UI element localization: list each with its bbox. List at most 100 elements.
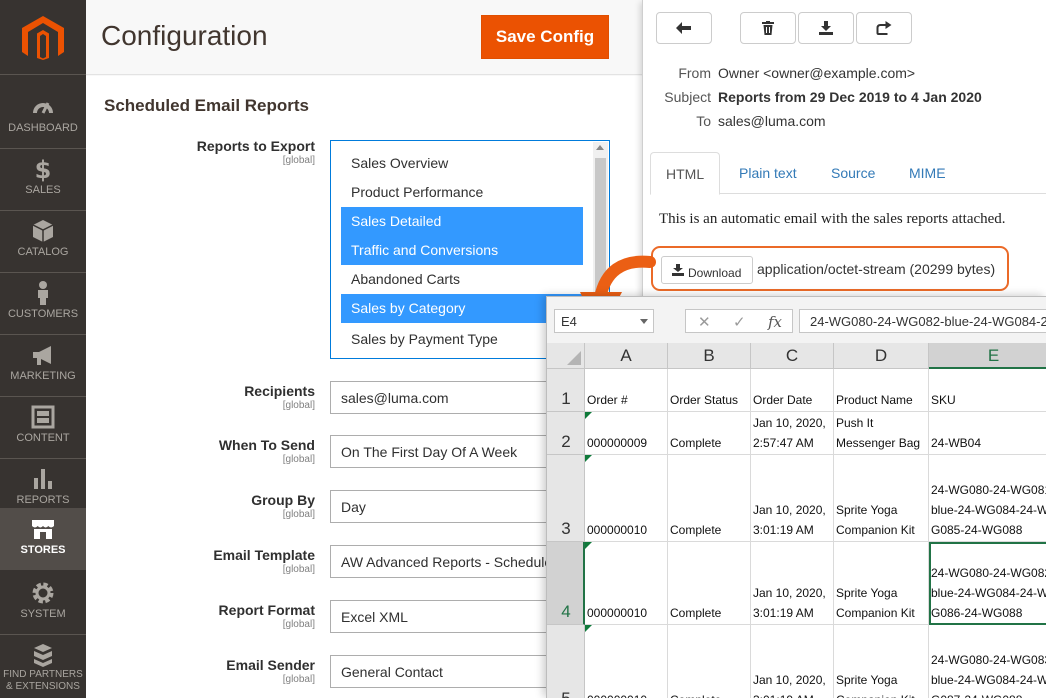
scope-label: [global] bbox=[282, 509, 315, 520]
table-cell[interactable]: Complete bbox=[668, 625, 751, 698]
select-all-corner[interactable] bbox=[547, 343, 585, 369]
dollar-icon: $ bbox=[35, 156, 52, 182]
sidebar-divider bbox=[0, 74, 86, 75]
sidebar-item-label: REPORTS bbox=[16, 494, 70, 506]
sidebar-item-dashboard[interactable]: DASHBOARD bbox=[0, 86, 86, 148]
save-config-button[interactable]: Save Config bbox=[481, 15, 609, 59]
subject-value: Reports from 29 Dec 2019 to 4 Jan 2020 bbox=[718, 89, 982, 105]
sidebar-item-customers[interactable]: CUSTOMERS bbox=[0, 272, 86, 334]
row-header[interactable]: 1 bbox=[547, 369, 585, 412]
email-template-label: Email Template bbox=[213, 547, 315, 563]
table-cell[interactable]: Jan 10, 2020, 3:01:19 AM bbox=[751, 542, 834, 625]
column-header-b[interactable]: B bbox=[668, 343, 751, 369]
sidebar-item-content[interactable]: CONTENT bbox=[0, 396, 86, 458]
chevron-down-icon[interactable] bbox=[640, 319, 648, 324]
row-header[interactable]: 2 bbox=[547, 412, 585, 455]
row-header-selected[interactable]: 4 bbox=[547, 542, 585, 625]
sidebar-item-marketing[interactable]: MARKETING bbox=[0, 334, 86, 396]
report-option[interactable]: Sales Overview bbox=[341, 149, 583, 178]
table-cell[interactable]: Sprite Yoga Companion Kit bbox=[834, 455, 929, 542]
table-cell[interactable]: 000000010 bbox=[585, 542, 668, 625]
sidebar-item-label: SYSTEM bbox=[20, 608, 66, 620]
table-cell[interactable]: Product Name bbox=[834, 369, 929, 412]
sidebar-item-catalog[interactable]: CATALOG bbox=[0, 210, 86, 272]
table-cell[interactable]: Sprite Yoga Companion Kit bbox=[834, 625, 929, 698]
person-icon bbox=[38, 281, 48, 305]
spreadsheet-window: E4 ✕ ✓ fx 24-WG080-24-WG082-blue-24-WG08… bbox=[546, 296, 1046, 698]
table-cell[interactable]: Complete bbox=[668, 542, 751, 625]
download-attachment-button[interactable]: Download bbox=[661, 256, 753, 284]
sidebar-item-label: STORES bbox=[20, 544, 66, 556]
scope-label: [global] bbox=[282, 454, 315, 465]
table-cell[interactable]: Order Status bbox=[668, 369, 751, 412]
table-cell[interactable]: Jan 10, 2020, 2:57:47 AM bbox=[751, 412, 834, 455]
table-cell[interactable]: 24-WG080-24-WG083-blue-24-WG084-24-WG087… bbox=[929, 625, 1046, 698]
download-icon bbox=[672, 264, 684, 276]
back-button[interactable] bbox=[656, 12, 712, 44]
formula-input[interactable]: 24-WG080-24-WG082-blue-24-WG084-24-WG086… bbox=[799, 309, 1046, 333]
tab-html[interactable]: HTML bbox=[650, 152, 721, 195]
confirm-icon[interactable]: ✓ bbox=[733, 313, 746, 331]
table-cell[interactable]: 000000009 bbox=[585, 412, 668, 455]
tab-source[interactable]: Source bbox=[816, 152, 890, 194]
sidebar-item-system[interactable]: SYSTEM bbox=[0, 572, 86, 634]
sidebar-item-sales[interactable]: $ SALES bbox=[0, 148, 86, 210]
report-option-selected[interactable]: Traffic and Conversions bbox=[341, 236, 583, 265]
column-header-a[interactable]: A bbox=[585, 343, 668, 369]
selected-cell-e4[interactable]: 24-WG080-24-WG082-blue-24-WG084-24-WG086… bbox=[929, 542, 1046, 625]
magento-logo-icon[interactable] bbox=[22, 16, 64, 60]
column-header-d[interactable]: D bbox=[834, 343, 929, 369]
sidebar-item-label: FIND PARTNERS & EXTENSIONS bbox=[3, 669, 83, 692]
table-cell[interactable]: Push It Messenger Bag bbox=[834, 412, 929, 455]
cancel-icon[interactable]: ✕ bbox=[698, 313, 711, 331]
sidebar-item-find-partners[interactable]: FIND PARTNERS & EXTENSIONS bbox=[0, 636, 86, 698]
report-option[interactable]: Abandoned Carts bbox=[341, 265, 583, 294]
delete-button[interactable] bbox=[740, 12, 796, 44]
email-view-tabs: HTML Plain text Source MIME bbox=[650, 152, 1046, 195]
tab-mime[interactable]: MIME bbox=[894, 152, 961, 194]
email-sender-label: Email Sender bbox=[226, 657, 315, 673]
scroll-up-arrow-icon[interactable] bbox=[596, 145, 604, 150]
forward-button[interactable] bbox=[856, 12, 912, 44]
column-header-c[interactable]: C bbox=[751, 343, 834, 369]
table-cell[interactable]: Complete bbox=[668, 412, 751, 455]
sidebar-item-label: DASHBOARD bbox=[8, 122, 78, 134]
report-option[interactable]: Product Performance bbox=[341, 178, 583, 207]
table-cell[interactable]: Complete bbox=[668, 455, 751, 542]
function-icon[interactable]: fx bbox=[768, 313, 782, 331]
attachment-highlight: Download application/octet-stream (20299… bbox=[651, 246, 1009, 291]
table-cell[interactable]: Jan 10, 2020, 3:01:19 AM bbox=[751, 625, 834, 698]
table-cell[interactable]: 24-WB04 bbox=[929, 412, 1046, 455]
group-by-label: Group By bbox=[251, 492, 315, 508]
download-email-button[interactable] bbox=[798, 12, 854, 44]
table-cell[interactable]: Order # bbox=[585, 369, 668, 412]
recipients-label: Recipients bbox=[244, 383, 315, 399]
megaphone-icon bbox=[33, 346, 51, 365]
tab-plain-text[interactable]: Plain text bbox=[724, 152, 812, 194]
sidebar-item-stores[interactable]: STORES bbox=[0, 508, 86, 570]
table-cell[interactable]: 000000010 bbox=[585, 625, 668, 698]
scope-label: [global] bbox=[282, 619, 315, 630]
dashboard-icon bbox=[33, 102, 53, 114]
row-header[interactable]: 3 bbox=[547, 455, 585, 542]
table-cell[interactable]: SKU bbox=[929, 369, 1046, 412]
table-cell[interactable]: Jan 10, 2020, 3:01:19 AM bbox=[751, 455, 834, 542]
formula-tools: ✕ ✓ fx bbox=[685, 309, 793, 333]
table-cell[interactable]: 000000010 bbox=[585, 455, 668, 542]
row-header[interactable]: 5 bbox=[547, 625, 585, 698]
to-label: To bbox=[696, 113, 711, 129]
column-header-e[interactable]: E bbox=[929, 343, 1046, 369]
scope-label: [global] bbox=[282, 155, 315, 166]
table-cell[interactable]: 24-WG080-24-WG081-blue-24-WG084-24-WG085… bbox=[929, 455, 1046, 542]
bar-chart-icon bbox=[34, 469, 52, 489]
download-label: Download bbox=[688, 266, 742, 280]
scope-label: [global] bbox=[282, 564, 315, 575]
email-toolbar bbox=[643, 0, 1046, 56]
table-cell[interactable]: Sprite Yoga Companion Kit bbox=[834, 542, 929, 625]
sidebar-item-label: CUSTOMERS bbox=[7, 308, 79, 320]
name-box[interactable]: E4 bbox=[554, 309, 654, 333]
reports-to-export-label: Reports to Export bbox=[196, 138, 315, 154]
report-option-selected[interactable]: Sales Detailed bbox=[341, 207, 583, 236]
sidebar-item-label: SALES bbox=[25, 184, 61, 196]
table-cell[interactable]: Order Date bbox=[751, 369, 834, 412]
